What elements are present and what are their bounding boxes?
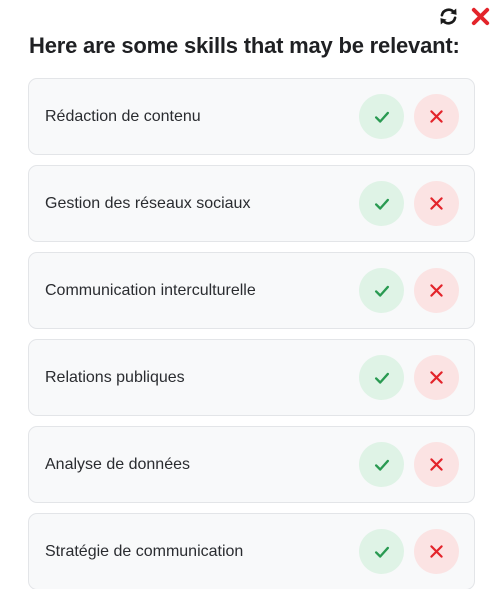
skill-actions [359, 268, 459, 313]
skill-card: Gestion des réseaux sociaux [28, 165, 475, 242]
skill-actions [359, 181, 459, 226]
check-icon [374, 285, 389, 297]
skill-label: Relations publiques [45, 368, 185, 386]
skill-card: Analyse de données [28, 426, 475, 503]
skill-card: Stratégie de communication [28, 513, 475, 589]
close-icon[interactable] [469, 5, 491, 27]
check-icon [374, 111, 389, 123]
skill-card: Communication interculturelle [28, 252, 475, 329]
reject-button[interactable] [414, 268, 459, 313]
reject-button[interactable] [414, 529, 459, 574]
check-icon [374, 459, 389, 471]
reject-button[interactable] [414, 442, 459, 487]
skill-actions [359, 94, 459, 139]
x-icon [430, 545, 443, 558]
x-icon [430, 110, 443, 123]
x-icon [430, 284, 443, 297]
reject-button[interactable] [414, 181, 459, 226]
skill-actions [359, 442, 459, 487]
reject-button[interactable] [414, 94, 459, 139]
page-title: Here are some skills that may be relevan… [29, 33, 460, 58]
accept-button[interactable] [359, 529, 404, 574]
top-actions [437, 5, 491, 27]
skill-card: Rédaction de contenu [28, 78, 475, 155]
x-icon [430, 371, 443, 384]
x-icon [430, 458, 443, 471]
skill-label: Gestion des réseaux sociaux [45, 194, 251, 212]
skill-list: Rédaction de contenu Gestion des réseaux… [28, 78, 475, 589]
accept-button[interactable] [359, 94, 404, 139]
check-icon [374, 198, 389, 210]
refresh-icon[interactable] [437, 5, 459, 27]
skill-label: Stratégie de communication [45, 542, 244, 560]
check-icon [374, 546, 389, 558]
accept-button[interactable] [359, 355, 404, 400]
accept-button[interactable] [359, 268, 404, 313]
skill-actions [359, 355, 459, 400]
skill-actions [359, 529, 459, 574]
reject-button[interactable] [414, 355, 459, 400]
skill-card: Relations publiques [28, 339, 475, 416]
skill-label: Analyse de données [45, 455, 190, 473]
accept-button[interactable] [359, 442, 404, 487]
x-icon [430, 197, 443, 210]
skill-label: Communication interculturelle [45, 281, 256, 299]
skill-label: Rédaction de contenu [45, 107, 201, 125]
check-icon [374, 372, 389, 384]
accept-button[interactable] [359, 181, 404, 226]
